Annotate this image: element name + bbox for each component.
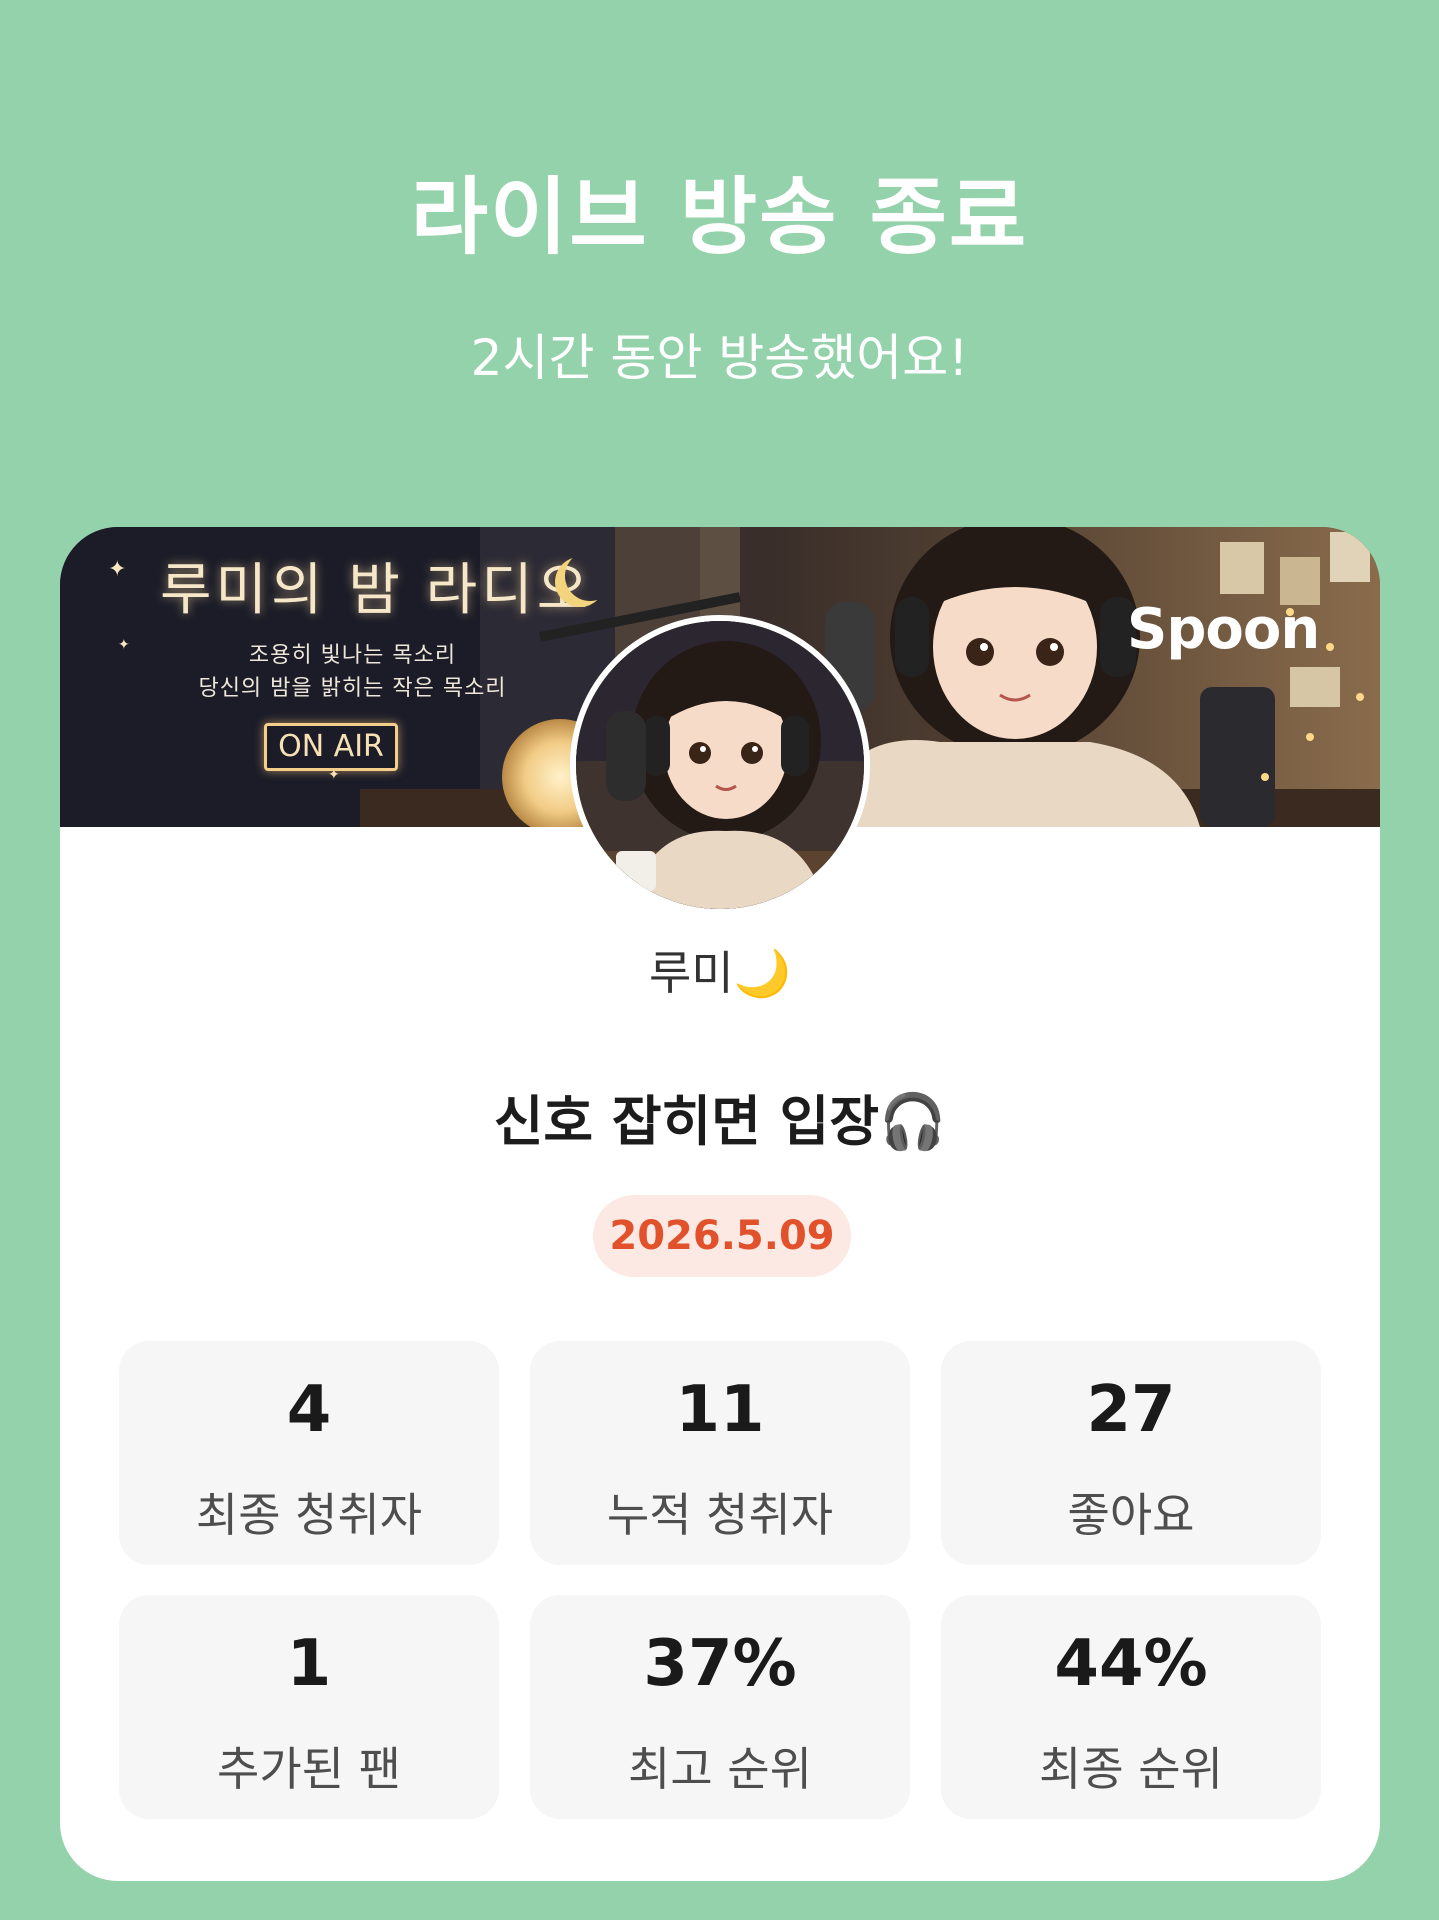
stat-value: 11 bbox=[675, 1373, 765, 1447]
stat-total-listeners: 11 누적 청취자 bbox=[530, 1341, 910, 1565]
stat-label: 최종 순위 bbox=[1039, 1742, 1223, 1796]
dj-nickname: 루미🌙 bbox=[649, 946, 791, 1000]
page-title: 라이브 방송 종료 bbox=[410, 168, 1029, 266]
spoon-logo: Spoon bbox=[1127, 597, 1320, 662]
stat-likes: 27 좋아요 bbox=[941, 1341, 1321, 1565]
date-badge: 2026.5.09 bbox=[593, 1195, 851, 1277]
banner-tagline-2: 당신의 밤을 밝히는 작은 목소리 bbox=[198, 676, 507, 701]
stat-value: 4 bbox=[286, 1373, 332, 1447]
stat-value: 44% bbox=[1054, 1627, 1208, 1701]
banner-tagline-1: 조용히 빛나는 목소리 bbox=[248, 643, 457, 668]
avatar[interactable] bbox=[570, 615, 870, 915]
stat-final-rank: 44% 최종 순위 bbox=[941, 1595, 1321, 1819]
live-title: 신호 잡히면 입장🎧 bbox=[493, 1090, 947, 1153]
stat-value: 37% bbox=[643, 1627, 797, 1701]
stat-label: 최고 순위 bbox=[628, 1742, 812, 1796]
stat-value: 27 bbox=[1086, 1373, 1176, 1447]
stat-new-fans: 1 추가된 팬 bbox=[119, 1595, 499, 1819]
broadcast-duration: 2시간 동안 방송했어요! bbox=[470, 329, 969, 387]
stat-label: 추가된 팬 bbox=[217, 1742, 401, 1796]
stat-label: 누적 청취자 bbox=[606, 1488, 834, 1542]
stat-final-listeners: 4 최종 청취자 bbox=[119, 1341, 499, 1565]
moon-icon bbox=[565, 551, 615, 601]
stat-value: 1 bbox=[286, 1627, 332, 1701]
avatar-illustration bbox=[576, 621, 864, 909]
on-air-sign: ON AIR bbox=[264, 723, 398, 771]
banner-title: 루미의 밤 라디오 bbox=[160, 558, 593, 623]
stat-label: 최종 청취자 bbox=[195, 1488, 423, 1542]
stat-best-rank: 37% 최고 순위 bbox=[530, 1595, 910, 1819]
star-icon: ✦ bbox=[108, 557, 127, 582]
live-end-screen: 라이브 방송 종료 2시간 동안 방송했어요! 루미의 밤 라디오 ✦ ✦ ✦ … bbox=[0, 0, 1439, 1920]
stat-label: 좋아요 bbox=[1067, 1488, 1195, 1542]
summary-card: 루미의 밤 라디오 ✦ ✦ ✦ 조용히 빛나는 목소리 당신의 밤을 밝히는 작… bbox=[60, 527, 1380, 1881]
